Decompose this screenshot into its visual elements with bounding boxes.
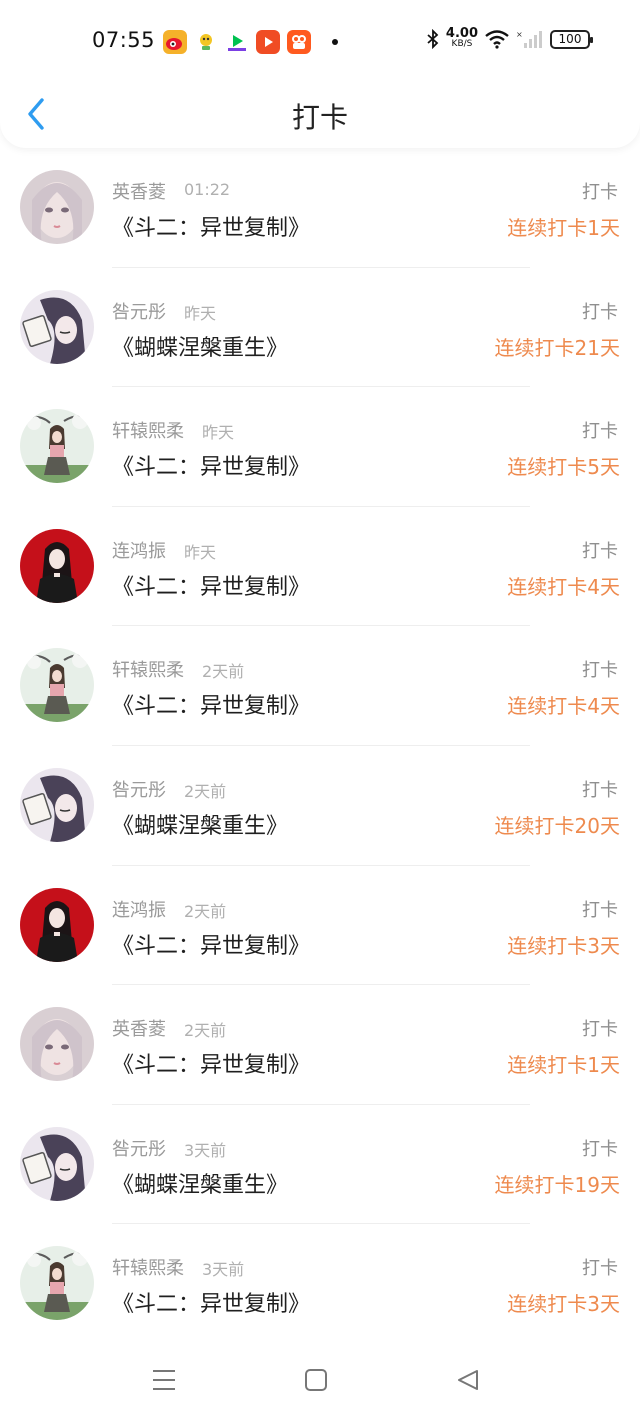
list-item[interactable]: 英香菱 2天前《斗二：异世复制》 打卡连续打卡1天	[0, 985, 640, 1105]
wifi-icon	[485, 30, 509, 49]
screen: 07:55 4.00 KB/S × 100 打卡 英香菱 01:22 《斗二：异…	[0, 0, 640, 1422]
streak-label: 连续打卡19天	[494, 1172, 620, 1197]
signal-icon: ×	[516, 30, 542, 48]
user-name[interactable]: 连鸿振	[112, 896, 166, 922]
checkin-list: 英香菱 01:22 《斗二：异世复制》 打卡 连续打卡1天 咎元彤 昨天 《蝴蝶涅槃重生》 打卡…	[0, 148, 640, 1344]
book-title[interactable]: 《斗二：异世复制》	[112, 1286, 310, 1318]
streak-label: 连续打卡3天	[507, 1292, 620, 1317]
user-name[interactable]: 连鸿振	[112, 537, 166, 563]
checkin-time: 昨天	[202, 423, 235, 443]
user-name[interactable]: 咎元彤	[112, 776, 166, 802]
avatar[interactable]	[20, 289, 94, 364]
user-name[interactable]: 轩辕熙柔	[112, 1254, 184, 1280]
checkin-time: 2天前	[202, 662, 245, 682]
user-name[interactable]: 轩辕熙柔	[112, 656, 184, 682]
book-title[interactable]: 《斗二：异世复制》	[112, 210, 310, 242]
user-name[interactable]: 英香菱	[112, 1015, 166, 1041]
checkin-time: 01:22	[184, 180, 231, 199]
book-title[interactable]: 《蝴蝶涅槃重生》	[112, 1167, 288, 1199]
book-title[interactable]: 《斗二：异世复制》	[112, 1047, 310, 1079]
battery-indicator: 100	[550, 29, 593, 49]
kuaishou-icon	[287, 30, 311, 54]
bluetooth-icon	[427, 29, 439, 49]
streak-label: 连续打卡21天	[494, 335, 620, 360]
back-nav-button[interactable]	[452, 1364, 484, 1396]
network-speed: 4.00 KB/S	[445, 26, 478, 50]
book-title[interactable]: 《蝴蝶涅槃重生》	[112, 330, 288, 362]
menu-icon	[153, 1370, 175, 1390]
book-title[interactable]: 《斗二：异世复制》	[112, 449, 310, 481]
avatar[interactable]	[20, 528, 94, 603]
book-title[interactable]: 《斗二：异世复制》	[112, 928, 310, 960]
user-name[interactable]: 咎元彤	[112, 1135, 166, 1161]
checkin-time: 3天前	[184, 1140, 227, 1160]
book-title[interactable]: 《斗二：异世复制》	[112, 569, 310, 601]
avatar[interactable]	[20, 170, 94, 244]
header: 07:55 4.00 KB/S × 100 打卡	[0, 0, 640, 148]
weibo-icon	[163, 30, 187, 54]
avatar[interactable]	[20, 887, 94, 962]
list-item[interactable]: 咎元彤 昨天《蝴蝶涅槃重生》 打卡连续打卡21天	[0, 268, 640, 388]
user-name[interactable]: 咎元彤	[112, 298, 166, 324]
checkin-tag: 打卡	[582, 899, 618, 921]
list-item[interactable]: 轩辕熙柔 3天前《斗二：异世复制》 打卡连续打卡3天	[0, 1224, 640, 1344]
list-item[interactable]: 连鸿振 2天前《斗二：异世复制》 打卡连续打卡3天	[0, 866, 640, 986]
avatar[interactable]	[20, 409, 94, 484]
video-player-icon	[256, 30, 280, 54]
checkin-tag: 打卡	[582, 1138, 618, 1160]
checkin-tag: 打卡	[582, 1019, 618, 1041]
streak-label: 连续打卡1天	[507, 1053, 620, 1078]
iqiyi-icon	[225, 30, 249, 54]
list-item[interactable]: 咎元彤 2天前《蝴蝶涅槃重生》 打卡连续打卡20天	[0, 746, 640, 866]
avatar[interactable]	[20, 1246, 94, 1321]
streak-label: 连续打卡5天	[507, 455, 620, 480]
home-square-icon	[305, 1369, 327, 1391]
avatar[interactable]	[20, 1126, 94, 1201]
checkin-time: 3天前	[202, 1260, 245, 1280]
user-name[interactable]: 轩辕熙柔	[112, 417, 184, 443]
checkin-time: 2天前	[184, 781, 227, 801]
avatar[interactable]	[20, 767, 94, 842]
checkin-tag: 打卡	[582, 182, 618, 203]
svg-text:×: ×	[516, 30, 523, 39]
app-icon-2	[194, 30, 218, 54]
back-triangle-icon	[458, 1370, 478, 1390]
list-item[interactable]: 连鸿振 昨天《斗二：异世复制》 打卡连续打卡4天	[0, 507, 640, 627]
checkin-time: 2天前	[184, 1021, 227, 1041]
checkin-tag: 打卡	[582, 540, 618, 562]
checkin-tag: 打卡	[582, 421, 618, 443]
notification-app-icons	[163, 30, 338, 54]
list-item[interactable]: 英香菱 01:22 《斗二：异世复制》 打卡连续打卡1天	[0, 148, 640, 268]
streak-label: 连续打卡4天	[507, 574, 620, 599]
page-title: 打卡	[291, 101, 348, 134]
user-name[interactable]: 英香菱	[112, 178, 166, 204]
streak-label: 连续打卡20天	[494, 813, 620, 838]
avatar[interactable]	[20, 1007, 94, 1082]
checkin-tag: 打卡	[582, 301, 618, 323]
checkin-tag: 打卡	[582, 660, 618, 682]
book-title[interactable]: 《蝴蝶涅槃重生》	[112, 808, 288, 840]
avatar[interactable]	[20, 648, 94, 723]
status-right: 4.00 KB/S × 100	[426, 26, 593, 50]
network-speed-unit: KB/S	[451, 39, 473, 49]
checkin-tag: 打卡	[582, 1258, 618, 1280]
system-nav-bar	[0, 1338, 640, 1422]
list-item[interactable]: 咎元彤 3天前《蝴蝶涅槃重生》 打卡连续打卡19天	[0, 1105, 640, 1225]
checkin-tag: 打卡	[582, 779, 618, 801]
status-time: 07:55	[92, 28, 156, 52]
streak-label: 连续打卡3天	[507, 933, 620, 958]
streak-label: 连续打卡1天	[507, 216, 620, 240]
checkin-time: 昨天	[184, 303, 217, 323]
streak-label: 连续打卡4天	[507, 694, 620, 719]
book-title[interactable]: 《斗二：异世复制》	[112, 688, 310, 720]
network-speed-value: 4.00	[445, 26, 478, 41]
notification-dot	[332, 39, 338, 45]
checkin-time: 昨天	[184, 542, 217, 562]
list-item[interactable]: 轩辕熙柔 2天前《斗二：异世复制》 打卡连续打卡4天	[0, 626, 640, 746]
checkin-time: 2天前	[184, 901, 227, 921]
list-item[interactable]: 轩辕熙柔 昨天《斗二：异世复制》 打卡连续打卡5天	[0, 387, 640, 507]
home-button[interactable]	[300, 1364, 332, 1396]
status-bar: 07:55 4.00 KB/S × 100	[0, 18, 640, 68]
menu-button[interactable]	[148, 1364, 180, 1396]
